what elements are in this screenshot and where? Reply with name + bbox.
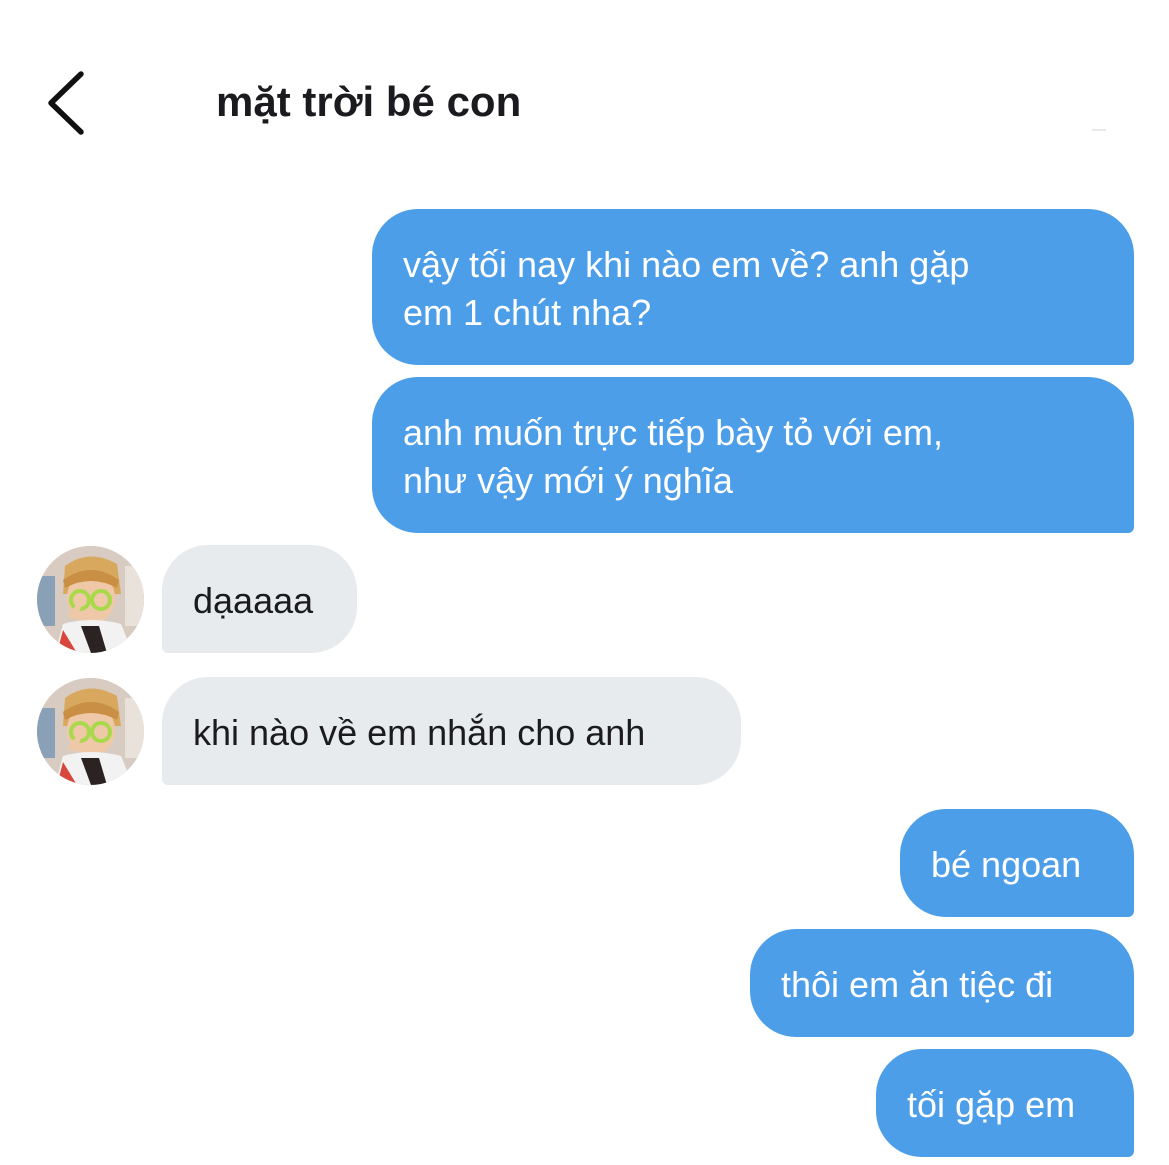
message-line: em 1 chút nha? <box>403 292 652 333</box>
message-line: vậy tối nay khi nào em về? anh gặp <box>403 244 970 285</box>
message-line: như vậy mới ý nghĩa <box>403 460 733 501</box>
message-line: thôi em ăn tiệc đi <box>781 964 1054 1005</box>
incoming-message-bubble[interactable]: dạaaaa <box>162 545 357 653</box>
incoming-message-bubble[interactable]: khi nào về em nhắn cho anh <box>162 677 741 785</box>
outgoing-message-bubble[interactable]: anh muốn trực tiếp bày tỏ với em, như vậ… <box>372 377 1134 533</box>
message-line: khi nào về em nhắn cho anh <box>193 712 646 753</box>
message-line: anh muốn trực tiếp bày tỏ với em, <box>403 412 943 453</box>
outgoing-message-bubble[interactable]: bé ngoan <box>900 809 1134 917</box>
outgoing-message-bubble[interactable]: thôi em ăn tiệc đi <box>750 929 1134 1037</box>
outgoing-message-bubble[interactable]: tối gặp em <box>876 1049 1134 1157</box>
message-line: bé ngoan <box>931 844 1082 885</box>
outgoing-message-bubble[interactable]: vậy tối nay khi nào em về? anh gặp em 1 … <box>372 209 1134 365</box>
contact-avatar[interactable] <box>37 678 144 785</box>
message-thread: vậy tối nay khi nào em về? anh gặp em 1 … <box>0 0 1169 1165</box>
contact-avatar[interactable] <box>37 546 144 653</box>
message-line: dạaaaa <box>193 580 314 621</box>
message-line: tối gặp em <box>907 1084 1076 1125</box>
